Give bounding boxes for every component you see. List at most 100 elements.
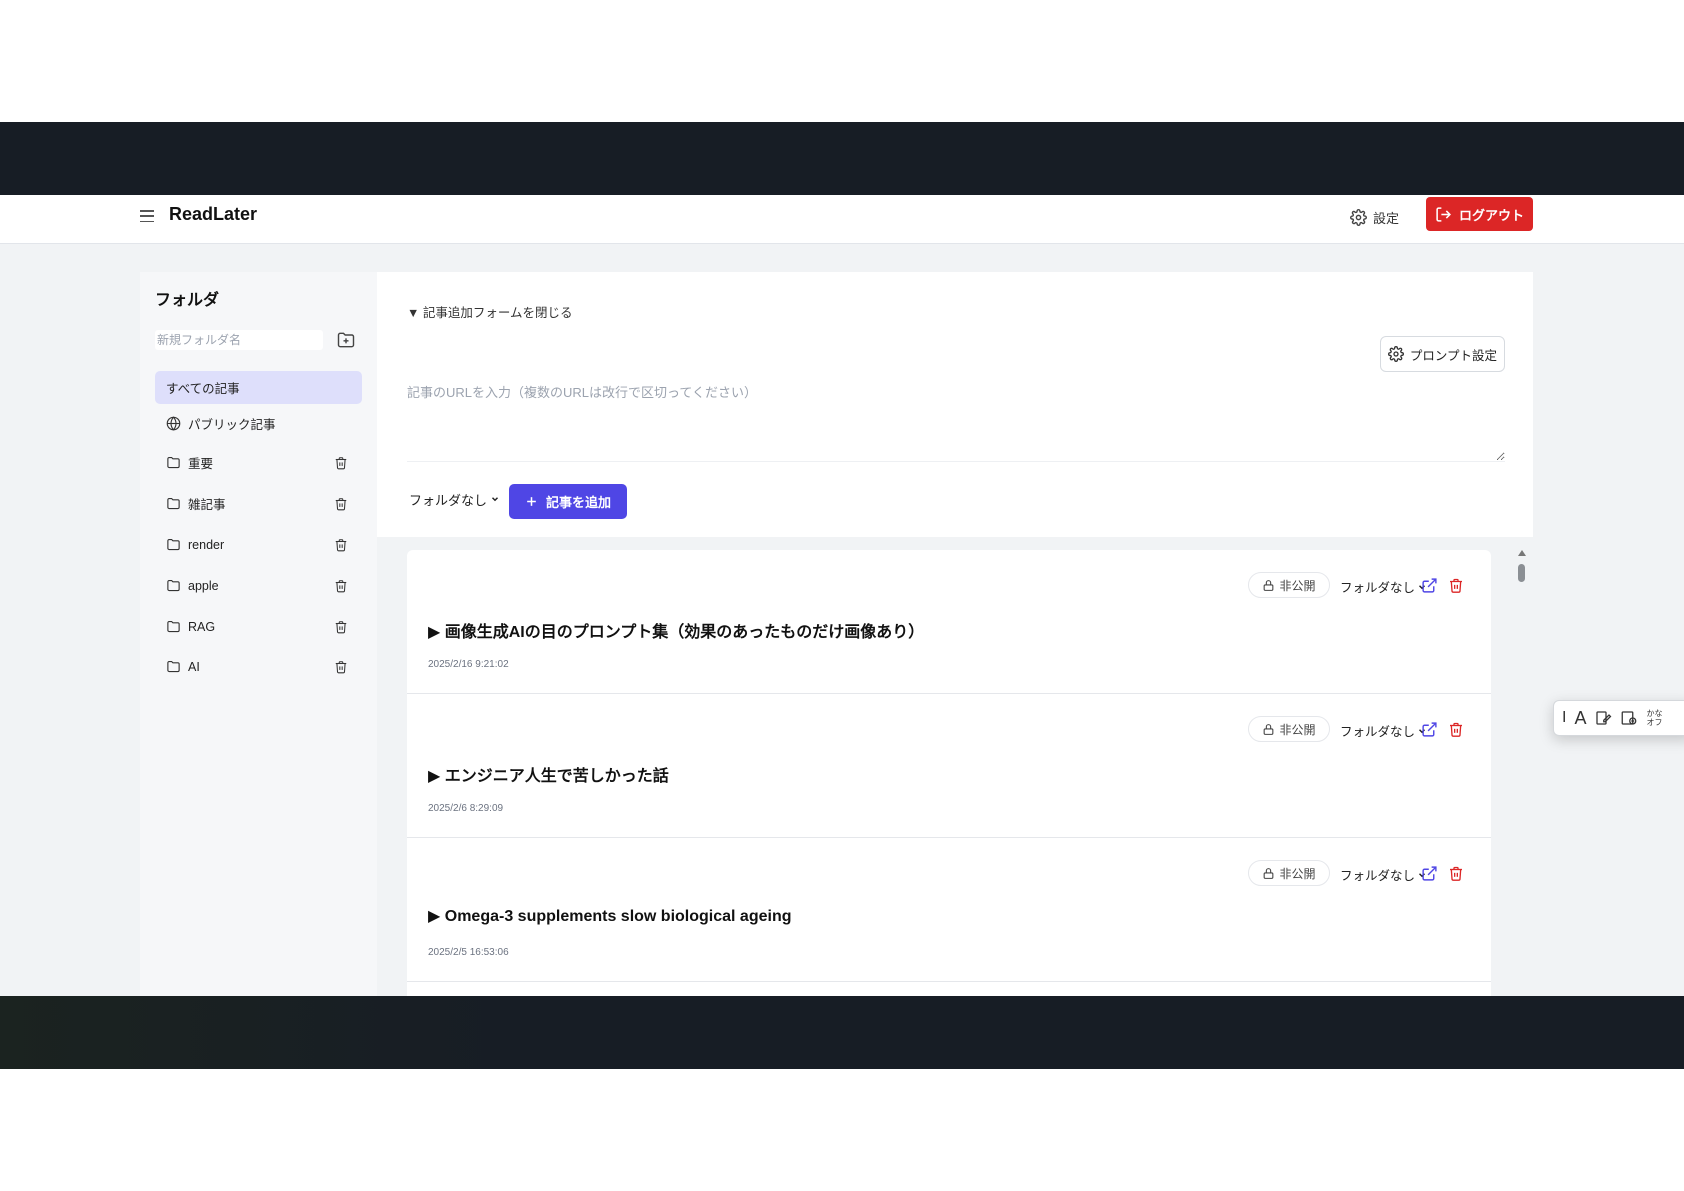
sidebar-item-folder[interactable]: AI	[155, 650, 362, 683]
folder-sidebar: フォルダ すべての記事 パブリック記事 重要 雑記事 render apple	[140, 272, 377, 996]
sidebar-item-label: render	[188, 537, 225, 552]
trash-icon[interactable]	[1448, 721, 1464, 738]
privacy-label: 非公開	[1279, 866, 1316, 881]
scroll-thumb[interactable]	[1518, 564, 1525, 582]
scrollbar[interactable]	[1517, 550, 1527, 996]
app-window: ReadLater 設定 ログアウト フォルダ すべての記事 パブリック記事 重…	[0, 195, 1684, 996]
folder-select[interactable]: フォルダなし	[409, 488, 500, 510]
sidebar-item-label: AI	[188, 659, 200, 674]
folder-icon	[166, 578, 181, 593]
article-folder-value: フォルダなし	[1340, 581, 1416, 595]
article-folder-select[interactable]: フォルダなし	[1340, 865, 1427, 884]
app-title: ReadLater	[169, 204, 258, 224]
prompt-settings-label: プロンプト設定	[1409, 348, 1498, 363]
privacy-label: 非公開	[1279, 578, 1316, 593]
trash-icon[interactable]	[334, 497, 348, 511]
lock-icon	[1264, 867, 1274, 879]
external-link-icon[interactable]	[1421, 721, 1438, 738]
add-article-form: ▼ 記事追加フォームを閉じる プロンプト設定 フォルダなし 記事を追加	[377, 272, 1533, 537]
sidebar-item-label: パブリック記事	[188, 418, 276, 432]
article-list: 非公開 フォルダなし ▶ 画像生成AIの目のプロンプト集（効果のあったものだけ画…	[407, 550, 1491, 996]
sidebar-item-folder[interactable]: render	[155, 528, 362, 561]
folder-icon	[166, 537, 181, 552]
folder-icon	[166, 455, 181, 470]
privacy-toggle[interactable]: 非公開	[1248, 572, 1330, 598]
external-link-icon[interactable]	[1421, 577, 1438, 594]
lock-icon	[1264, 579, 1274, 591]
kana-label: かな	[1646, 709, 1663, 718]
trash-icon[interactable]	[1448, 577, 1464, 594]
article-date: 2025/2/6 8:29:09	[428, 803, 504, 814]
trash-icon[interactable]	[334, 456, 348, 470]
lock-icon	[1264, 723, 1274, 735]
ime-floating-toolbar: I A かな オフ	[1553, 700, 1684, 736]
add-article-button[interactable]: 記事を追加	[509, 484, 627, 519]
trash-icon[interactable]	[334, 660, 348, 674]
logout-button[interactable]: ログアウト	[1426, 197, 1533, 231]
chevron-down-icon	[492, 497, 499, 502]
new-folder-input[interactable]	[155, 330, 323, 350]
sidebar-item-label: RAG	[188, 619, 216, 634]
text-cursor-icon[interactable]: I	[1562, 709, 1566, 727]
trash-icon[interactable]	[334, 538, 348, 552]
trash-icon[interactable]	[334, 579, 348, 593]
sidebar-item-all-articles[interactable]: すべての記事	[155, 371, 362, 404]
settings-label: 設定	[1373, 210, 1400, 226]
article-item: 非公開 フォルダなし ▶ エンジニア人生で苦しかった話 2025/2/6 8:2…	[407, 694, 1491, 838]
plus-icon	[527, 497, 536, 506]
article-folder-select[interactable]: フォルダなし	[1340, 577, 1427, 596]
privacy-toggle[interactable]: 非公開	[1248, 860, 1330, 886]
folder-icon	[166, 619, 181, 634]
sidebar-item-label: apple	[188, 578, 219, 593]
browser-dark-band-top	[0, 122, 1684, 195]
article-title[interactable]: ▶ エンジニア人生で苦しかった話	[428, 762, 669, 786]
add-word-icon[interactable]	[1620, 709, 1638, 727]
folder-icon	[166, 659, 181, 674]
hamburger-menu-icon[interactable]	[140, 209, 154, 223]
font-style-button[interactable]: A	[1574, 708, 1586, 729]
app-header: ReadLater 設定 ログアウト	[0, 195, 1684, 244]
article-folder-value: フォルダなし	[1340, 869, 1416, 883]
privacy-toggle[interactable]: 非公開	[1248, 716, 1330, 742]
prompt-settings-button[interactable]: プロンプト設定	[1380, 336, 1505, 372]
gear-icon	[1350, 208, 1367, 226]
article-folder-value: フォルダなし	[1340, 725, 1416, 739]
globe-icon	[166, 416, 181, 431]
trash-icon[interactable]	[1448, 865, 1464, 882]
screen-top-margin	[0, 0, 1684, 122]
folder-icon	[166, 496, 181, 511]
sidebar-item-folder[interactable]: 雑記事	[155, 487, 362, 520]
article-date: 2025/2/5 16:53:06	[428, 947, 509, 958]
settings-button[interactable]: 設定	[1350, 204, 1399, 230]
sidebar-item-public-articles[interactable]: パブリック記事	[155, 407, 362, 440]
article-item: 非公開 フォルダなし ▶ 画像生成AIの目のプロンプト集（効果のあったものだけ画…	[407, 550, 1491, 694]
privacy-label: 非公開	[1279, 722, 1316, 737]
logout-icon	[1436, 206, 1451, 222]
kana-mode-toggle[interactable]: かな オフ	[1646, 709, 1662, 727]
gear-icon	[1387, 346, 1404, 362]
sidebar-item-label: 重要	[188, 457, 214, 471]
scroll-up-arrow-icon[interactable]	[1518, 550, 1526, 556]
kana-off-label: オフ	[1646, 718, 1663, 727]
article-folder-select[interactable]: フォルダなし	[1340, 721, 1427, 740]
article-item: 非公開 フォルダなし ▶ Omega-3 supplements slow bi…	[407, 838, 1491, 982]
article-title[interactable]: ▶ Omega-3 supplements slow biological ag…	[428, 906, 791, 926]
add-folder-icon[interactable]	[336, 330, 356, 350]
browser-dark-band-bottom	[0, 996, 1684, 1069]
add-article-label: 記事を追加	[545, 495, 611, 510]
toggle-form-link[interactable]: ▼ 記事追加フォームを閉じる	[407, 302, 572, 321]
article-date: 2025/2/16 9:21:02	[428, 659, 509, 670]
external-link-icon[interactable]	[1421, 865, 1438, 882]
sidebar-item-label: 雑記事	[188, 498, 226, 512]
folder-select-value: フォルダなし	[409, 492, 488, 508]
sidebar-item-folder[interactable]: RAG	[155, 610, 362, 643]
url-input[interactable]	[407, 378, 1505, 462]
sidebar-item-folder[interactable]: 重要	[155, 446, 362, 479]
edit-dictionary-icon[interactable]	[1594, 709, 1612, 727]
sidebar-item-label: すべての記事	[166, 382, 240, 396]
article-title[interactable]: ▶ 画像生成AIの目のプロンプト集（効果のあったものだけ画像あり）	[428, 618, 924, 642]
sidebar-item-folder[interactable]: apple	[155, 569, 362, 602]
main-content: ▼ 記事追加フォームを閉じる プロンプト設定 フォルダなし 記事を追加 非公開	[377, 272, 1533, 996]
logout-label: ログアウト	[1458, 207, 1524, 223]
trash-icon[interactable]	[334, 620, 348, 634]
